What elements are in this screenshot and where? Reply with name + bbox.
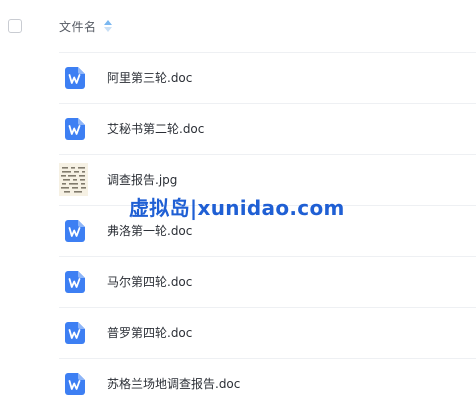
word-doc-icon <box>65 271 85 293</box>
select-all-checkbox[interactable] <box>8 19 22 33</box>
file-row[interactable]: 普罗第四轮.doc <box>59 307 476 358</box>
file-name[interactable]: 苏格兰场地调查报告.doc <box>107 375 240 392</box>
sort-toggle-icon[interactable] <box>104 20 112 32</box>
file-row[interactable]: 艾秘书第二轮.doc <box>59 103 476 154</box>
word-doc-icon <box>65 67 85 89</box>
word-doc-icon <box>65 220 85 242</box>
word-doc-icon <box>65 322 85 344</box>
image-thumbnail-icon <box>59 163 88 196</box>
word-doc-icon <box>65 118 85 140</box>
watermark-overlay: 虚拟岛|xunidao.com <box>129 196 345 220</box>
file-row[interactable]: 苏格兰场地调查报告.doc <box>59 358 476 409</box>
file-row[interactable]: 马尔第四轮.doc <box>59 256 476 307</box>
file-row[interactable]: 阿里第三轮.doc <box>59 52 476 103</box>
file-name[interactable]: 弗洛第一轮.doc <box>107 222 192 239</box>
file-name[interactable]: 调查报告.jpg <box>107 171 177 188</box>
file-name[interactable]: 艾秘书第二轮.doc <box>107 120 204 137</box>
file-name[interactable]: 阿里第三轮.doc <box>107 69 192 86</box>
word-doc-icon <box>65 373 85 395</box>
file-name[interactable]: 普罗第四轮.doc <box>107 324 192 341</box>
column-header-filename[interactable]: 文件名 <box>59 18 97 35</box>
file-name[interactable]: 马尔第四轮.doc <box>107 273 192 290</box>
file-list-header: 文件名 <box>0 0 476 52</box>
